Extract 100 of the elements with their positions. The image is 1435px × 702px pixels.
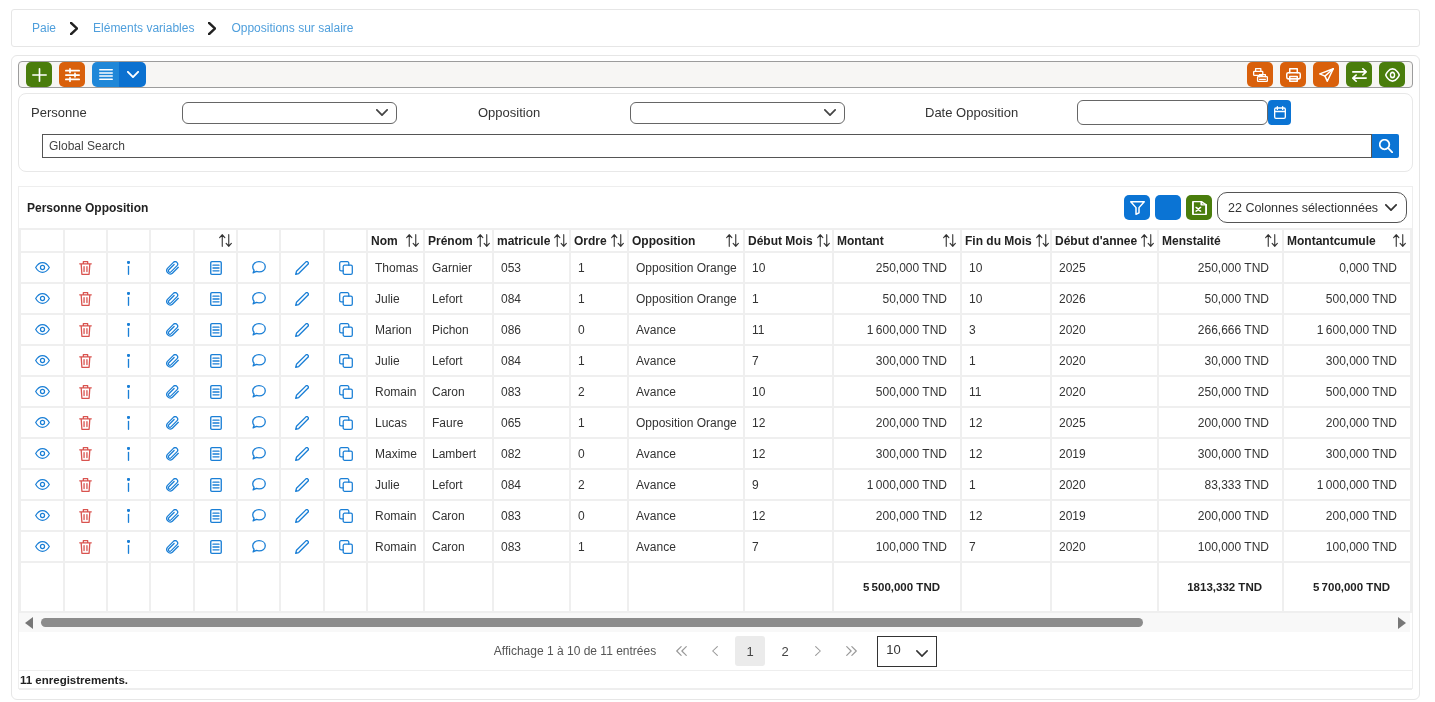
document-icon[interactable] (209, 446, 222, 461)
filter-button[interactable] (1124, 195, 1150, 220)
pencil-icon[interactable] (295, 508, 309, 523)
document-icon[interactable] (209, 539, 222, 554)
paperclip-icon[interactable] (165, 415, 179, 430)
settings-button[interactable] (59, 62, 85, 87)
info-icon[interactable] (127, 291, 130, 306)
send-button[interactable] (1313, 62, 1339, 87)
sort-icon[interactable] (554, 234, 568, 247)
paperclip-icon[interactable] (165, 508, 179, 523)
copy-icon[interactable] (338, 291, 353, 306)
info-icon[interactable] (127, 477, 130, 492)
sort-icon[interactable] (406, 234, 419, 247)
document-icon[interactable] (209, 322, 222, 337)
search-button[interactable] (1372, 134, 1399, 158)
next-page-icon[interactable] (815, 646, 822, 656)
date-field[interactable] (1077, 100, 1268, 125)
transfer-button[interactable] (1346, 62, 1372, 87)
trash-icon[interactable] (79, 446, 92, 461)
page-button[interactable]: 2 (770, 636, 801, 666)
document-icon[interactable] (209, 353, 222, 368)
comment-icon[interactable] (251, 323, 266, 336)
document-icon[interactable] (209, 384, 222, 399)
pencil-icon[interactable] (295, 291, 309, 306)
copy-icon[interactable] (338, 477, 353, 492)
trash-icon[interactable] (79, 260, 92, 275)
eye-icon[interactable] (34, 355, 50, 366)
scroll-right-icon[interactable] (1398, 616, 1406, 629)
info-icon[interactable] (127, 260, 130, 275)
copy-icon[interactable] (338, 353, 353, 368)
column-picker[interactable]: 22 Colonnes sélectionnées (1217, 192, 1407, 223)
document-icon[interactable] (209, 415, 222, 430)
eye-icon[interactable] (34, 262, 50, 273)
paperclip-icon[interactable] (165, 260, 179, 275)
search-field[interactable]: Global Search (42, 134, 1372, 158)
paperclip-icon[interactable] (165, 384, 179, 399)
view-button[interactable] (1379, 62, 1405, 87)
comment-icon[interactable] (251, 385, 266, 398)
add-button[interactable] (26, 62, 52, 87)
pencil-icon[interactable] (295, 415, 309, 430)
paperclip-icon[interactable] (165, 539, 179, 554)
paperclip-icon[interactable] (165, 477, 179, 492)
info-icon[interactable] (127, 353, 130, 368)
sort-icon[interactable] (816, 234, 830, 247)
first-page-icon[interactable] (676, 646, 688, 656)
sort-icon[interactable] (1393, 234, 1406, 247)
trash-icon[interactable] (79, 477, 92, 492)
pencil-icon[interactable] (295, 477, 309, 492)
horizontal-scrollbar[interactable] (19, 613, 1410, 632)
info-icon[interactable] (127, 508, 130, 523)
trash-icon[interactable] (79, 291, 92, 306)
sort-icon[interactable] (476, 234, 490, 247)
sort-icon[interactable] (1035, 234, 1049, 247)
export-button[interactable] (1186, 195, 1212, 220)
comment-icon[interactable] (251, 478, 266, 491)
eye-icon[interactable] (34, 293, 50, 304)
info-icon[interactable] (127, 446, 130, 461)
pencil-icon[interactable] (295, 353, 309, 368)
trash-icon[interactable] (79, 322, 92, 337)
paperclip-icon[interactable] (165, 446, 179, 461)
pencil-icon[interactable] (295, 446, 309, 461)
page-size-select[interactable]: 10 (877, 635, 938, 667)
document-icon[interactable] (209, 291, 222, 306)
eye-icon[interactable] (34, 417, 50, 428)
copy-icon[interactable] (338, 508, 353, 523)
sort-icon[interactable] (943, 234, 956, 247)
paperclip-icon[interactable] (165, 353, 179, 368)
trash-icon[interactable] (79, 415, 92, 430)
pencil-icon[interactable] (295, 322, 309, 337)
comment-icon[interactable] (251, 509, 266, 522)
info-icon[interactable] (127, 322, 130, 337)
copy-icon[interactable] (338, 260, 353, 275)
info-icon[interactable] (127, 415, 130, 430)
paperclip-icon[interactable] (165, 322, 179, 337)
sort-icon[interactable] (610, 234, 624, 247)
eye-icon[interactable] (34, 541, 50, 552)
eye-icon[interactable] (34, 448, 50, 459)
copy-icon[interactable] (338, 322, 353, 337)
eye-icon[interactable] (34, 510, 50, 521)
dropdown-field[interactable] (182, 101, 397, 124)
last-page-icon[interactable] (846, 646, 858, 656)
dropdown-toggle-button[interactable] (119, 62, 146, 87)
trash-icon[interactable] (79, 539, 92, 554)
page-button[interactable]: 1 (735, 636, 766, 666)
scroll-left-icon[interactable] (25, 616, 33, 629)
info-icon[interactable] (127, 539, 130, 554)
print-button[interactable] (1280, 62, 1306, 87)
document-icon[interactable] (209, 260, 222, 275)
trash-icon[interactable] (79, 353, 92, 368)
blank-button[interactable] (1155, 195, 1181, 220)
scrollbar-thumb[interactable] (41, 618, 1143, 627)
comment-icon[interactable] (251, 447, 266, 460)
comment-icon[interactable] (251, 261, 266, 274)
copy-icon[interactable] (338, 415, 353, 430)
batch-print-button[interactable] (1247, 62, 1273, 87)
sort-icon[interactable] (219, 234, 232, 247)
eye-icon[interactable] (34, 324, 50, 335)
sort-icon[interactable] (1141, 234, 1155, 247)
copy-icon[interactable] (338, 384, 353, 399)
comment-icon[interactable] (251, 354, 266, 367)
